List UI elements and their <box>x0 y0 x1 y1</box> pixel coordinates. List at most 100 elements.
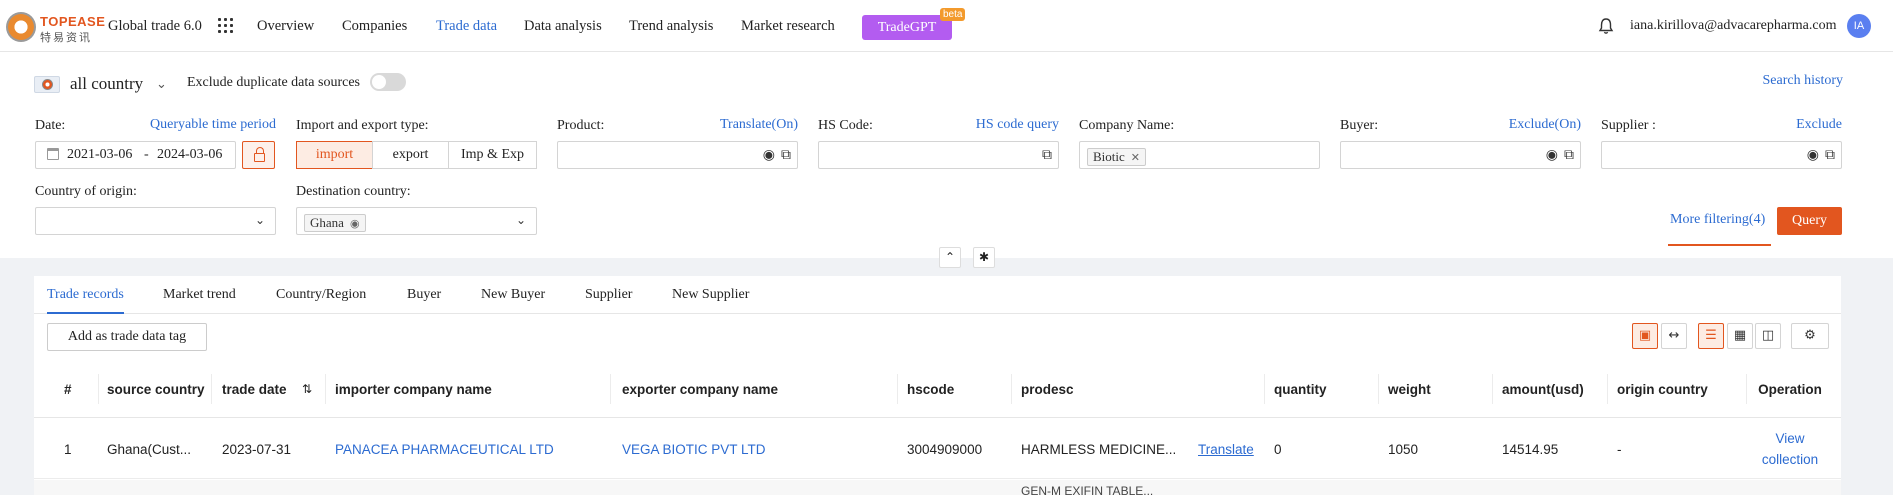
ie-type-export[interactable]: export <box>372 141 449 169</box>
col-importer[interactable]: importer company name <box>335 360 492 418</box>
avatar[interactable]: IA <box>1847 14 1871 38</box>
copy-icon[interactable]: ⧉ <box>781 147 791 163</box>
tab-country-region[interactable]: Country/Region <box>276 287 366 303</box>
cell-exporter-link[interactable]: VEGA BIOTIC PVT LTD <box>622 419 766 479</box>
fit-width-icon[interactable]: ↔ <box>1661 323 1687 349</box>
chevron-down-icon: ⌄ <box>254 213 265 227</box>
buyer-label: Buyer: <box>1340 118 1379 133</box>
results-tabs: Trade records Market trend Country/Regio… <box>34 276 1841 314</box>
supplier-input[interactable]: ◉ ⧉ <box>1601 141 1842 169</box>
nav-market-research[interactable]: Market research <box>741 18 835 35</box>
origin-select[interactable]: ⌄ <box>35 207 276 235</box>
cell-quantity: 0 <box>1274 441 1282 457</box>
date-start[interactable]: 2021-03-06 <box>67 147 132 163</box>
camera-search-icon[interactable]: ◉ <box>763 147 775 163</box>
pin-icon[interactable]: ✱ <box>973 247 995 268</box>
chevron-down-icon: ⌄ <box>156 76 167 91</box>
tab-new-supplier[interactable]: New Supplier <box>672 287 749 303</box>
tab-new-buyer[interactable]: New Buyer <box>481 287 545 303</box>
bell-icon[interactable] <box>1597 17 1615 35</box>
active-tab-indicator <box>47 312 124 314</box>
cell-importer-link[interactable]: PANACEA PHARMACEUTICAL LTD <box>335 419 554 479</box>
tab-supplier[interactable]: Supplier <box>585 287 632 303</box>
fullscreen-icon[interactable]: ▣ <box>1632 323 1658 349</box>
col-amount[interactable]: amount(usd) <box>1502 360 1584 418</box>
col-hscode[interactable]: hscode <box>907 360 954 418</box>
cell-index: 1 <box>64 441 72 457</box>
date-end[interactable]: 2024-03-06 <box>157 147 222 163</box>
translate-link[interactable]: Translate <box>1198 419 1254 479</box>
destination-select[interactable]: Ghana ◉ ⌄ <box>296 207 537 235</box>
cell-origin-country: - <box>1617 441 1622 457</box>
lock-icon[interactable] <box>242 141 275 169</box>
card-view-icon[interactable]: ◫ <box>1755 323 1781 349</box>
nav-data-analysis[interactable]: Data analysis <box>524 18 602 35</box>
more-filtering-link[interactable]: More filtering(4) <box>1670 212 1765 228</box>
list-view-icon[interactable]: ☰ <box>1698 323 1724 349</box>
topease-logo[interactable]: TOPEASE 特易资讯 <box>6 12 105 44</box>
supplier-label: Supplier : <box>1601 118 1656 133</box>
col-origin-country[interactable]: origin country <box>1617 360 1708 418</box>
logo-mark-icon <box>6 12 36 42</box>
ie-type-imp-exp[interactable]: Imp & Exp <box>448 141 537 169</box>
camera-search-icon[interactable]: ◉ <box>1807 147 1819 163</box>
copy-icon[interactable]: ⧉ <box>1825 147 1835 163</box>
nav-overview[interactable]: Overview <box>257 18 314 35</box>
date-range-picker[interactable]: 2021-03-06 - 2024-03-06 <box>35 141 236 169</box>
nav-companies[interactable]: Companies <box>342 18 407 35</box>
destination-tag[interactable]: Ghana ◉ <box>304 214 366 232</box>
cell-weight: 1050 <box>1388 441 1419 457</box>
copy-icon[interactable]: ⧉ <box>1564 147 1574 163</box>
table-row[interactable]: GEN-M EXIFIN TABLE... <box>34 480 1841 498</box>
hscode-query-link[interactable]: HS code query <box>950 117 1059 133</box>
ie-type-label: Import and export type: <box>296 118 429 133</box>
grid-menu-icon[interactable] <box>218 18 234 34</box>
settings-icon[interactable]: ⚙ <box>1791 323 1829 349</box>
product-input[interactable]: ◉ ⧉ <box>557 141 798 169</box>
buyer-input[interactable]: ◉ ⧉ <box>1340 141 1581 169</box>
translate-toggle-link[interactable]: Translate(On) <box>690 117 798 133</box>
col-exporter[interactable]: exporter company name <box>622 360 778 418</box>
company-name-input[interactable]: Biotic ✕ <box>1079 141 1320 169</box>
calendar-icon <box>47 148 59 160</box>
queryable-period-link[interactable]: Queryable time period <box>149 117 276 133</box>
search-history-link[interactable]: Search history <box>1763 73 1843 89</box>
tab-buyer[interactable]: Buyer <box>407 287 441 303</box>
copy-icon[interactable]: ⧉ <box>1042 147 1052 163</box>
user-email[interactable]: iana.kirillova@advacarepharma.com <box>1630 18 1836 34</box>
nav-trade-data[interactable]: Trade data <box>436 18 497 35</box>
chevron-up-icon[interactable]: ⌃ <box>939 247 961 268</box>
tab-trade-records[interactable]: Trade records <box>47 287 124 303</box>
query-button[interactable]: Query <box>1777 207 1842 235</box>
hscode-input[interactable]: ⧉ <box>818 141 1059 169</box>
col-weight[interactable]: weight <box>1388 360 1431 418</box>
camera-search-icon[interactable]: ◉ <box>1546 147 1558 163</box>
table-row[interactable]: 1 Ghana(Cust... 2023-07-31 PANACEA PHARM… <box>34 419 1841 479</box>
supplier-exclude-link[interactable]: Exclude <box>1760 117 1842 133</box>
sort-icon[interactable]: ⇅ <box>302 360 312 418</box>
exclude-duplicate-toggle[interactable] <box>370 73 406 91</box>
nav-trend-analysis[interactable]: Trend analysis <box>629 18 713 35</box>
origin-label: Country of origin: <box>35 184 137 199</box>
col-trade-date[interactable]: trade date <box>222 360 287 418</box>
tab-market-trend[interactable]: Market trend <box>163 287 236 303</box>
add-trade-data-tag-button[interactable]: Add as trade data tag <box>47 323 207 351</box>
tradegpt-button[interactable]: TradeGPT <box>862 15 952 40</box>
close-icon[interactable]: ✕ <box>1131 151 1140 164</box>
globe-flag-icon <box>34 76 60 93</box>
company-tag[interactable]: Biotic ✕ <box>1087 148 1146 166</box>
col-quantity[interactable]: quantity <box>1274 360 1327 418</box>
col-index: # <box>64 381 72 397</box>
table-header: # source country trade date ⇅ importer c… <box>34 360 1841 418</box>
col-prodesc[interactable]: prodesc <box>1021 360 1074 418</box>
close-icon[interactable]: ◉ <box>350 217 360 230</box>
buyer-exclude-link[interactable]: Exclude(On) <box>1470 117 1581 133</box>
more-filtering-underline <box>1668 244 1771 246</box>
app-title: Global trade 6.0 <box>108 18 202 34</box>
logo-text-cn: 特易资讯 <box>40 32 92 44</box>
ie-type-import[interactable]: import <box>296 141 373 169</box>
col-source-country[interactable]: source country <box>107 360 207 418</box>
view-collection-link[interactable]: View collection <box>1750 419 1830 479</box>
grid-view-icon[interactable]: ▦ <box>1727 323 1753 349</box>
logo-text-en: TOPEASE <box>40 14 106 29</box>
